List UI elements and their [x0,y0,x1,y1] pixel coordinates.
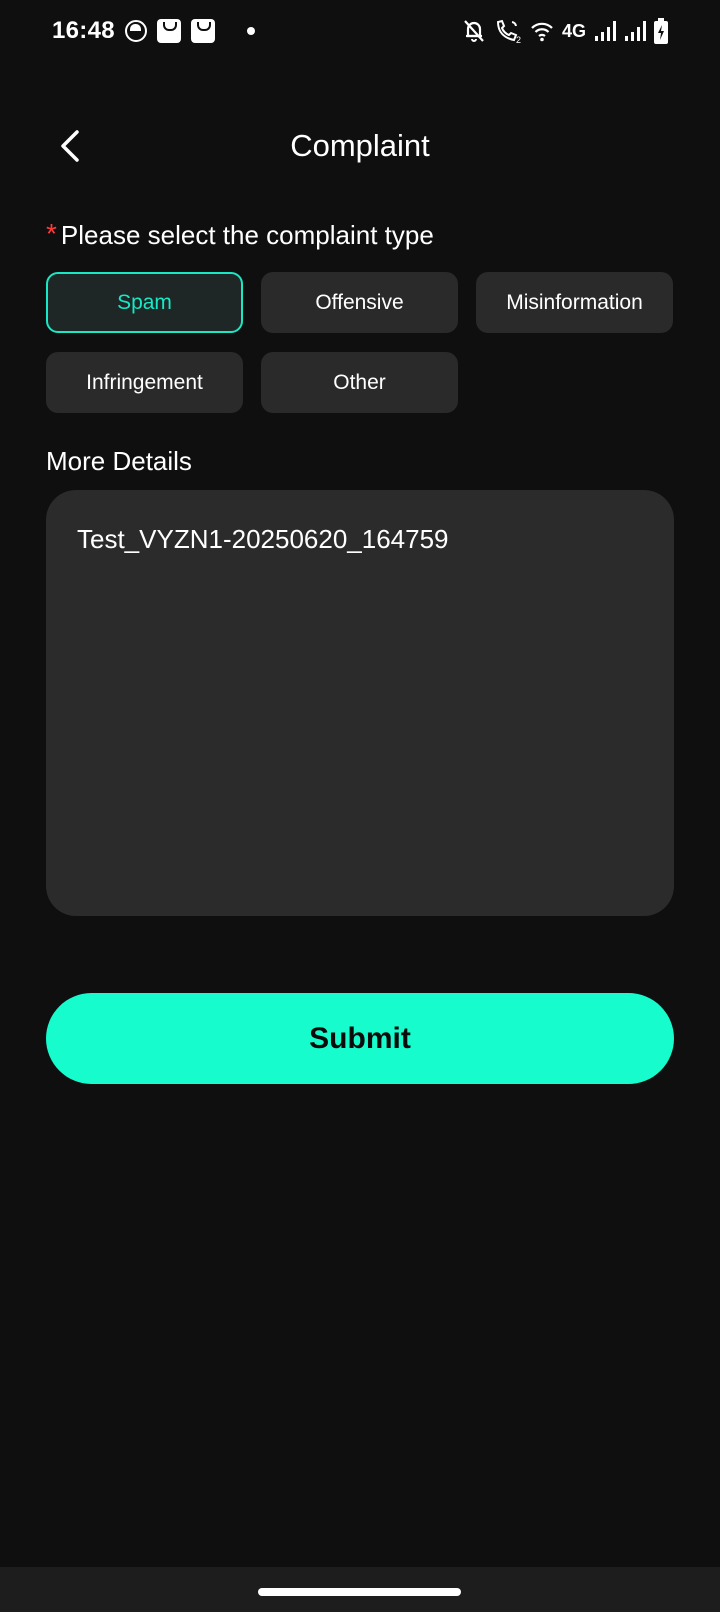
option-other[interactable]: Other [261,352,458,413]
complaint-screen: 16:48 2 4G Complaint * Please select the… [0,0,720,1612]
header: Complaint [0,110,720,182]
complaint-type-label: * Please select the complaint type [46,220,434,251]
bag-icon [190,19,215,43]
more-details-input[interactable]: Test_VYZN1-20250620_164759 [77,524,643,882]
required-mark: * [46,218,57,249]
page-title: Complaint [290,128,430,163]
signal-icon [594,20,616,42]
more-details-label: More Details [46,446,192,476]
network-type: 4G [561,20,586,41]
navigation-bar [0,1567,720,1612]
bag-icon [156,19,181,43]
option-infringement[interactable]: Infringement [46,352,243,413]
option-offensive[interactable]: Offensive [261,272,458,333]
complaint-type-text: Please select the complaint type [60,220,434,250]
home-indicator[interactable] [258,1588,461,1596]
status-right: 2 4G [462,18,668,44]
status-bar: 16:48 2 4G [0,0,720,62]
signal-icon [624,20,646,42]
wifi-call-icon: 2 [494,18,522,44]
option-misinformation[interactable]: Misinformation [476,272,673,333]
more-details-box: Test_VYZN1-20250620_164759 [46,490,674,916]
status-time: 16:48 [52,17,115,44]
face-icon [124,20,147,42]
battery-charging-icon [654,18,668,44]
bell-off-icon [462,18,486,44]
status-left: 16:48 [52,17,255,45]
complaint-type-options: Spam Offensive Misinformation Infringeme… [46,272,674,413]
svg-text:2: 2 [516,35,521,44]
dot-icon [246,27,255,35]
option-spam[interactable]: Spam [46,272,243,333]
submit-button[interactable]: Submit [46,993,674,1084]
wifi-icon [530,20,554,42]
